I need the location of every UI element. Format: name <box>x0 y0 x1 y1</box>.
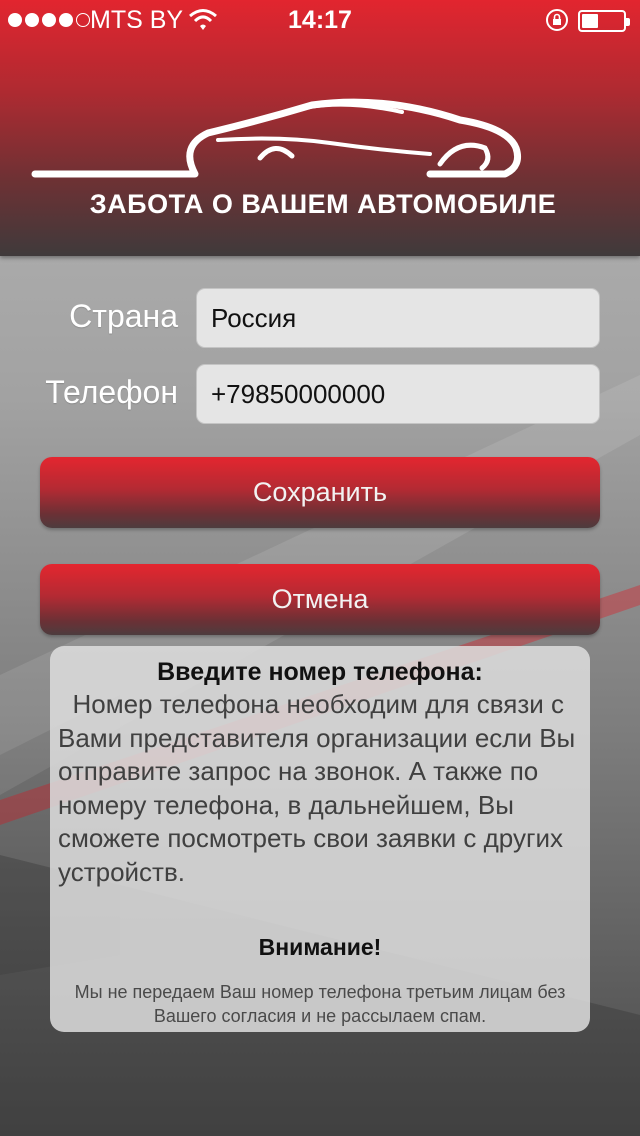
status-bar: MTS BY 14:17 <box>0 0 640 40</box>
phone-field[interactable] <box>196 364 600 424</box>
app-slogan: ЗАБОТА О ВАШЕМ АВТОМОБИЛЕ <box>89 189 557 219</box>
info-body: Номер телефона необходим для связи с Вам… <box>58 689 583 887</box>
rotation-lock-icon <box>545 8 569 39</box>
country-label: Страна <box>69 298 178 334</box>
warning-title: Внимание! <box>258 934 382 960</box>
country-field[interactable] <box>196 288 600 348</box>
status-time: 14:17 <box>288 6 352 34</box>
phone-label: Телефон <box>45 374 178 410</box>
warning-text: Мы не передаем Ваш номер телефона третьи… <box>74 982 566 1026</box>
battery-icon <box>578 10 630 32</box>
info-panel: Введите номер телефона: Номер телефона н… <box>50 646 590 1032</box>
info-title: Введите номер телефона: <box>157 658 483 686</box>
car-logo-icon <box>30 98 610 185</box>
cancel-button[interactable]: Отмена <box>40 564 600 635</box>
app-header: MTS BY 14:17 ЗАБОТА О ВАШЕМ АВТОМОБИЛЕ <box>0 0 640 256</box>
save-button[interactable]: Сохранить <box>40 457 600 528</box>
